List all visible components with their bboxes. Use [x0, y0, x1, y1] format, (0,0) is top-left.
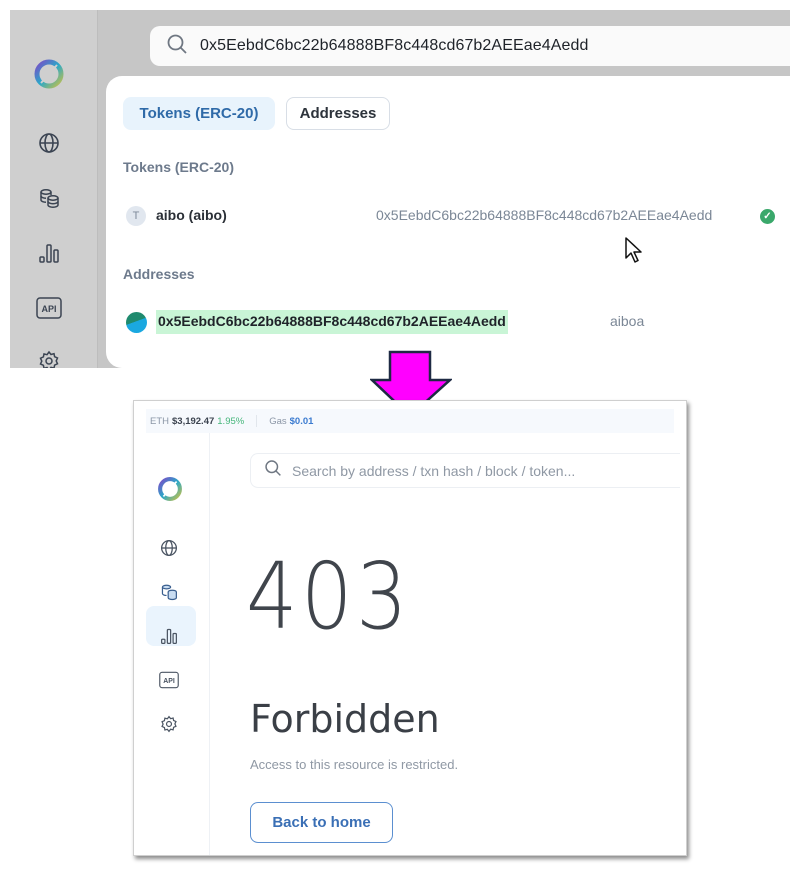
search-input[interactable]: 0x5EebdC6bc22b64888BF8c448cd67b2AEEae4Ae…	[150, 26, 790, 66]
token-result-item[interactable]: T aibo (aibo) 0x5EebdC6bc22b64888BF8c448…	[126, 204, 786, 228]
address-label: aiboa	[610, 313, 645, 329]
api-icon[interactable]: API	[36, 295, 62, 321]
bar-chart-icon[interactable]	[158, 625, 180, 647]
search-bar[interactable]	[250, 453, 680, 488]
globe-icon[interactable]	[36, 130, 62, 156]
gas-price: $0.01	[289, 415, 314, 427]
search-dropdown-screenshot: API 0x5EebdC6bc22b64888BF8c448cd67b2AEEa…	[10, 10, 790, 368]
token-address: 0x5EebdC6bc22b64888BF8c448cd67b2AEEae4Ae…	[376, 207, 713, 223]
ticker-divider	[256, 415, 258, 427]
sidebar: API	[10, 10, 98, 368]
eth-price: $3,192.47	[172, 415, 215, 427]
token-badge: T	[126, 206, 146, 226]
eth-change: 1.95%	[217, 415, 245, 427]
error-title: Forbidden	[250, 697, 440, 741]
search-icon	[264, 459, 282, 482]
bar-chart-icon[interactable]	[36, 240, 62, 266]
globe-icon[interactable]	[158, 537, 180, 559]
gear-icon[interactable]	[158, 713, 180, 735]
svg-text:API: API	[163, 678, 175, 685]
logo-icon[interactable]	[32, 57, 66, 91]
gas-label: Gas	[269, 415, 287, 427]
tokens-section-heading: Tokens (ERC-20)	[123, 159, 234, 175]
coins-icon[interactable]	[158, 581, 180, 603]
address-value: 0x5EebdC6bc22b64888BF8c448cd67b2AEEae4Ae…	[156, 310, 508, 334]
tab-addresses[interactable]: Addresses	[286, 97, 390, 130]
gear-icon[interactable]	[36, 348, 62, 368]
addresses-section-heading: Addresses	[123, 266, 195, 282]
mouse-cursor-icon	[624, 236, 644, 271]
price-ticker: ETH $3,192.47 1.95% Gas $0.01	[146, 409, 674, 433]
svg-text:API: API	[41, 304, 56, 314]
sidebar: API	[134, 433, 210, 855]
error-message: Access to this resource is restricted.	[250, 757, 459, 772]
search-input[interactable]	[292, 462, 672, 479]
error-code: 403	[246, 543, 412, 650]
coins-icon[interactable]	[36, 185, 62, 211]
search-results-dropdown: Tokens (ERC-20) Addresses Tokens (ERC-20…	[106, 76, 790, 368]
tab-tokens-erc20[interactable]: Tokens (ERC-20)	[123, 97, 275, 130]
verified-check-icon: ✓	[760, 209, 775, 224]
back-to-home-button[interactable]: Back to home	[250, 802, 393, 843]
api-icon[interactable]: API	[158, 669, 180, 691]
search-icon	[166, 33, 188, 60]
search-value[interactable]: 0x5EebdC6bc22b64888BF8c448cd67b2AEEae4Ae…	[200, 37, 589, 55]
token-name: aibo (aibo)	[156, 207, 227, 223]
address-result-item[interactable]: 0x5EebdC6bc22b64888BF8c448cd67b2AEEae4Ae…	[126, 310, 786, 334]
address-avatar-icon	[126, 312, 147, 333]
forbidden-page-screenshot: ETH $3,192.47 1.95% Gas $0.01 API Search…	[133, 400, 687, 856]
logo-icon[interactable]	[156, 475, 184, 503]
eth-label: ETH	[150, 415, 169, 427]
